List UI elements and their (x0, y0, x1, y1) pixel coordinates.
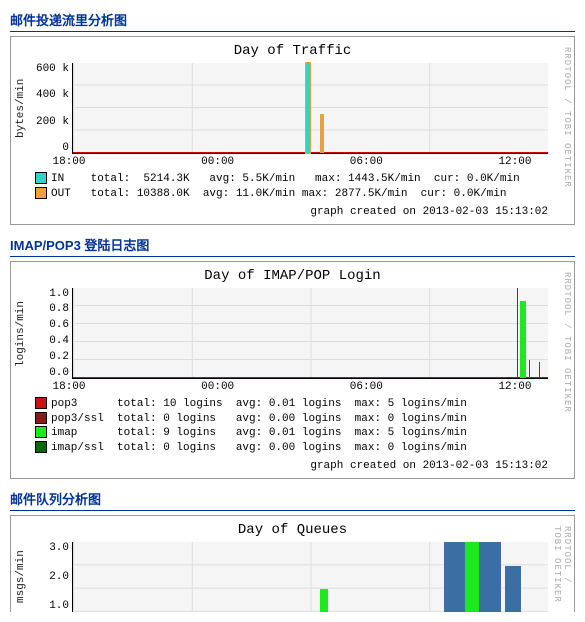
plot-area-login (72, 288, 548, 379)
plot-area-queues (72, 542, 548, 612)
swatch-out (35, 187, 47, 199)
chart-login: RRDTOOL / TOBI OETIKER Day of IMAP/POP L… (10, 261, 575, 479)
rrdtool-credit: RRDTOOL / TOBI OETIKER (552, 526, 572, 612)
section-heading-login: IMAP/POP3 登陆日志图 (10, 235, 575, 257)
rrdtool-credit: RRDTOOL / TOBI OETIKER (562, 272, 572, 413)
y-axis-ticks: 600 k 400 k 200 k 0 (29, 63, 72, 154)
swatch-in (35, 172, 47, 184)
rrdtool-credit: RRDTOOL / TOBI OETIKER (562, 47, 572, 188)
section-heading-traffic: 邮件投递流里分析图 (10, 10, 575, 32)
chart-title: Day of Queues (15, 522, 570, 538)
y-axis-label: logins/min (15, 288, 29, 379)
chart-footer: graph created on 2013-02-03 15:13:02 (15, 206, 548, 218)
chart-title: Day of Traffic (15, 43, 570, 59)
chart-queues: RRDTOOL / TOBI OETIKER Day of Queues msg… (10, 515, 575, 612)
x-axis-ticks: 18:00 00:00 06:00 12:00 (69, 154, 548, 168)
section-heading-queues: 邮件队列分析图 (10, 489, 575, 511)
chart-footer: graph created on 2013-02-03 15:13:02 (15, 460, 548, 472)
plot-area-traffic (72, 63, 548, 154)
legend-traffic: IN total: 5214.3K avg: 5.5K/min max: 144… (35, 172, 570, 202)
y-axis-label: bytes/min (15, 63, 29, 154)
chart-traffic: RRDTOOL / TOBI OETIKER Day of Traffic by… (10, 36, 575, 225)
chart-title: Day of IMAP/POP Login (15, 268, 570, 284)
y-axis-ticks: 3.0 2.0 1.0 (29, 542, 72, 612)
swatch-imapssl (35, 441, 47, 453)
legend-login: pop3 total: 10 logins avg: 0.01 logins m… (35, 397, 570, 456)
y-axis-label: msgs/min (15, 542, 29, 612)
swatch-pop3 (35, 397, 47, 409)
swatch-imap (35, 426, 47, 438)
y-axis-ticks: 1.0 0.8 0.6 0.4 0.2 0.0 (29, 288, 72, 379)
x-axis-ticks: 18:00 00:00 06:00 12:00 (69, 379, 548, 393)
swatch-pop3ssl (35, 412, 47, 424)
